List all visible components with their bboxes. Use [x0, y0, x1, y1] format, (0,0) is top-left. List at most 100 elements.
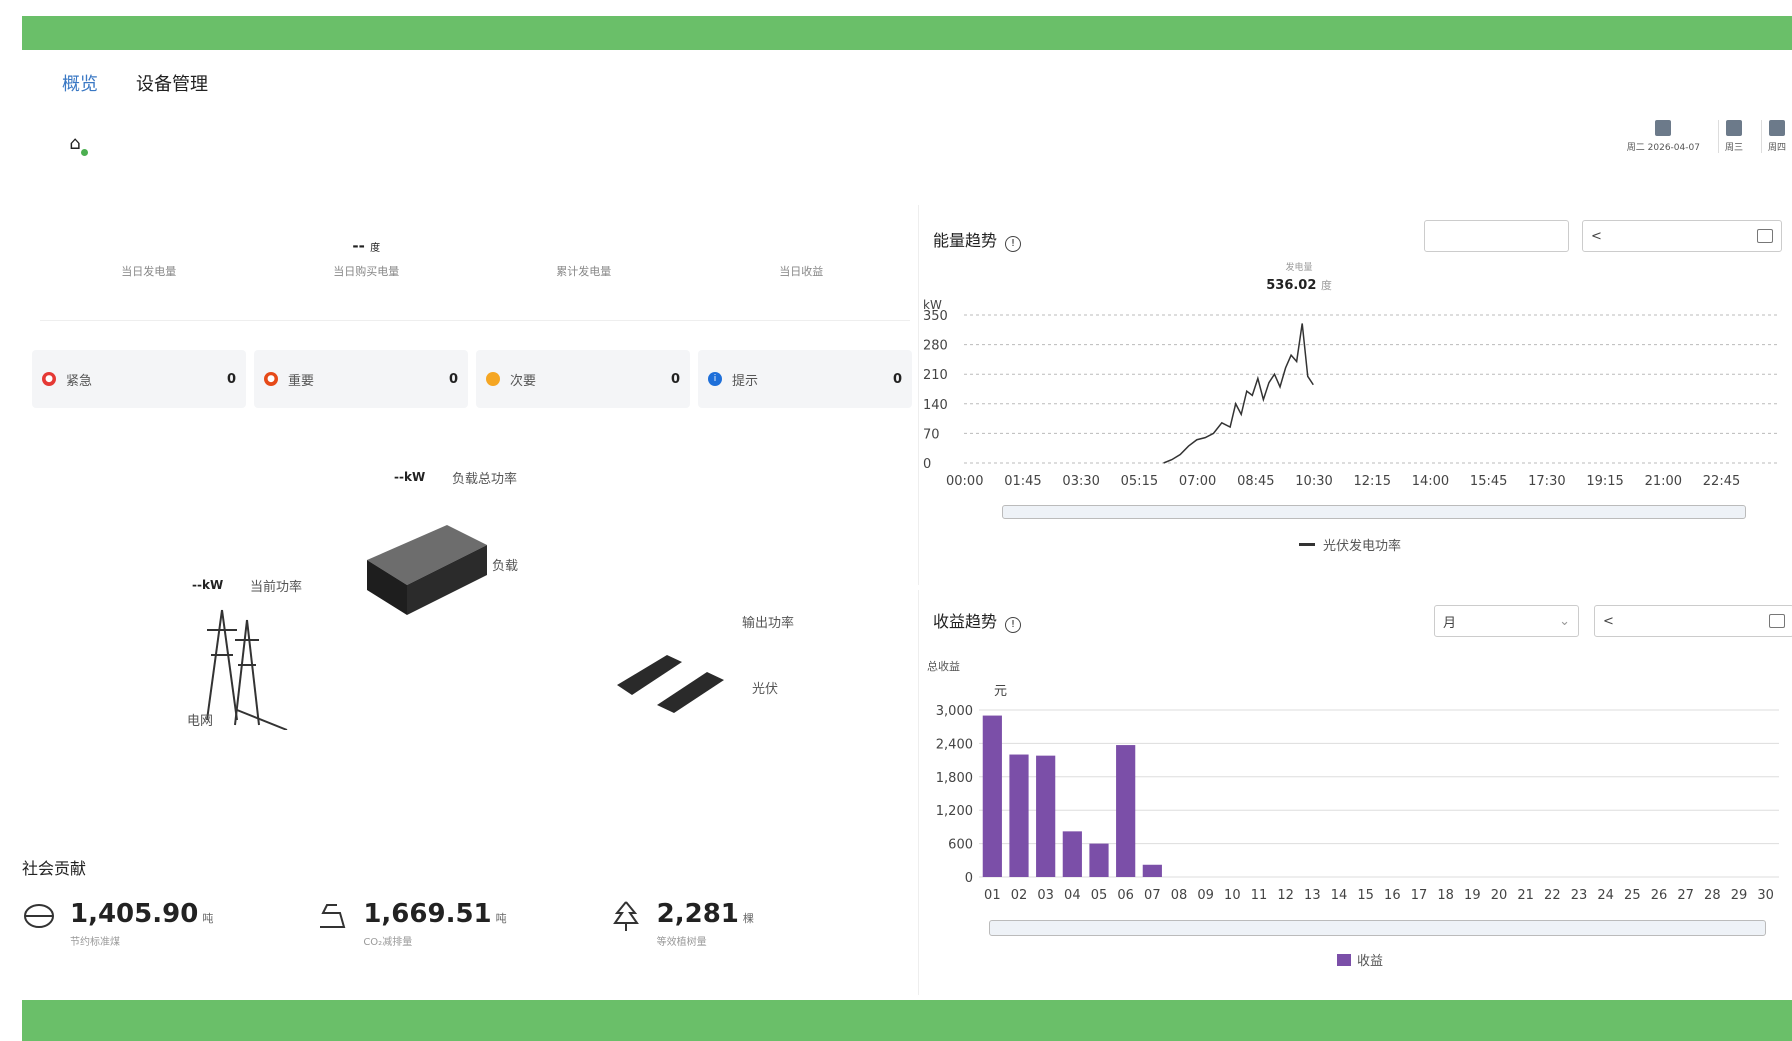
peak-value: 536.02 [1266, 278, 1317, 293]
y-axis-unit: 元 [994, 684, 1007, 699]
online-status-dot [81, 149, 88, 156]
energy-legend-label: 光伏发电功率 [1323, 539, 1402, 554]
x-tick-label: 00:00 [946, 474, 983, 489]
alarm-info[interactable]: i 提示 0 [698, 350, 912, 408]
info-icon[interactable]: ! [1005, 617, 1022, 633]
x-tick-label: 27 [1677, 888, 1694, 903]
x-tick-label: 09 [1197, 888, 1214, 903]
date-type-select[interactable] [1424, 220, 1569, 252]
x-tick-label: 03 [1037, 888, 1054, 903]
tab-device-management[interactable]: 设备管理 [136, 70, 208, 96]
x-tick-label: 24 [1597, 888, 1614, 903]
social-item-tree: 2,281 棵 等效植树量 [609, 899, 902, 948]
energy-chart: kW07014021028035000:00 01:45 03:30 05:15 07:… [923, 298, 1779, 489]
alarm-summary: ● 紧急 0 ● 重要 0 次要 0 i 提示 0 [32, 350, 912, 408]
bar [1089, 843, 1109, 877]
x-tick-label: 05:15 [1121, 474, 1158, 489]
calendar-icon[interactable] [1769, 614, 1785, 628]
bar [1036, 755, 1056, 877]
bar [1116, 745, 1136, 877]
x-tick-label: 18 [1437, 888, 1454, 903]
x-tick-label: 12:15 [1354, 474, 1391, 489]
social-value: 2,281 [656, 899, 739, 929]
major-icon: ● [264, 372, 278, 386]
co2-icon [320, 904, 346, 928]
bar [1009, 754, 1029, 877]
stat-label: 累计发电量 [556, 264, 612, 278]
x-tick-label: 12 [1277, 888, 1294, 903]
alarm-name: 提示 [732, 373, 759, 389]
top-nav: 概览 设备管理 [62, 70, 208, 96]
weather-icon [1768, 120, 1785, 136]
coal-icon [24, 904, 54, 928]
weather-day-label: 周二 2026-04-07 [1626, 143, 1700, 153]
revenue-zoom-slider[interactable] [989, 920, 1766, 936]
revenue-chart: 元 0 600 1,200 1,800 2,400 3,000 01 02 03 04 05 06 07 0… [936, 684, 1779, 903]
social-unit: 棵 [742, 912, 754, 925]
y-tick-label: 350 [923, 309, 948, 324]
date-prev-button[interactable]: < [1603, 614, 1614, 629]
info-icon: i [708, 372, 722, 386]
stat-label: 当日收益 [779, 264, 824, 278]
x-tick-label: 25 [1624, 888, 1641, 903]
date-picker[interactable]: < [1582, 220, 1782, 252]
y-tick-label: 0 [923, 457, 931, 472]
alarm-critical[interactable]: ● 紧急 0 [32, 350, 246, 408]
social-value: 1,405.90 [70, 899, 199, 929]
x-tick-label: 17:30 [1528, 474, 1565, 489]
energy-trend-panel: 能量趋势! < 发电量 536.02 度 kW 0 70 140 210 280 350 00… [918, 205, 1792, 585]
period-select[interactable]: 月 ⌄ [1434, 605, 1579, 637]
alarm-name: 紧急 [66, 373, 93, 389]
x-tick-label: 10:30 [1295, 474, 1332, 489]
x-tick-label: 03:30 [1062, 474, 1099, 489]
bar [1062, 831, 1082, 877]
social-label: CO₂减排量 [363, 937, 413, 948]
x-tick-label: 19:15 [1586, 474, 1623, 489]
x-tick-label: 21 [1517, 888, 1534, 903]
legend-swatch-icon [1337, 953, 1351, 966]
x-tick-label: 08 [1171, 888, 1188, 903]
alarm-minor[interactable]: 次要 0 [476, 350, 690, 408]
date-prev-button[interactable]: < [1591, 229, 1602, 244]
x-tick-label: 30 [1757, 888, 1774, 903]
alarm-name: 重要 [288, 373, 315, 389]
x-tick-label: 15:45 [1470, 474, 1507, 489]
info-icon[interactable]: ! [1005, 236, 1022, 252]
x-tick-label: 01:45 [1004, 474, 1041, 489]
pv-panel-icon[interactable] [612, 650, 742, 720]
energy-flow-diagram: --kW 负载总功率 负载 --kW 当前功率 电网 输出功率 光伏 [22, 420, 912, 830]
energy-zoom-slider[interactable] [1002, 505, 1746, 519]
home-icon[interactable]: ⌂ [60, 128, 90, 158]
y-tick-label: 600 [948, 838, 973, 853]
alarm-count: 0 [892, 371, 902, 387]
x-tick-label: 22 [1544, 888, 1561, 903]
weather-day-label: 周四 [1767, 143, 1786, 153]
alarm-count: 0 [448, 371, 458, 387]
tab-overview[interactable]: 概览 [62, 70, 98, 96]
x-tick-label: 20 [1491, 888, 1508, 903]
y-tick-label: 3,000 [936, 704, 973, 719]
x-tick-label: 05 [1091, 888, 1108, 903]
y-tick-label: 280 [923, 339, 948, 354]
load-device-icon[interactable] [357, 515, 507, 625]
stat-label: 当日发电量 [121, 264, 177, 278]
y-tick-label: 210 [923, 368, 948, 383]
period-select-value: 月 [1443, 615, 1457, 631]
calendar-icon[interactable] [1757, 229, 1773, 243]
alarm-count: 0 [226, 371, 236, 387]
y-tick-label: 1,200 [936, 804, 973, 819]
y-tick-label: 70 [923, 427, 940, 442]
stat-unit: 度 [370, 242, 381, 254]
date-picker[interactable]: < [1594, 605, 1792, 637]
kpi-stats: 当日发电量 -- 度 当日购买电量 累计发电量 当日收益 [40, 195, 910, 321]
social-label: 节约标准煤 [70, 937, 120, 948]
social-contribution: 社会贡献 1,405.90 吨 节约标准煤 1,669.51 吨 CO₂减排量 2,… [22, 855, 902, 948]
load-label: 负载 [492, 559, 519, 574]
alarm-major[interactable]: ● 重要 0 [254, 350, 468, 408]
alarm-count: 0 [670, 371, 680, 387]
legend-line-icon [1299, 543, 1315, 546]
social-title: 社会贡献 [22, 859, 87, 878]
y-tick-label: 140 [923, 398, 948, 413]
x-tick-label: 28 [1704, 888, 1721, 903]
weather-forecast: 周二 2026-04-07 周三 周四 [1621, 120, 1792, 153]
